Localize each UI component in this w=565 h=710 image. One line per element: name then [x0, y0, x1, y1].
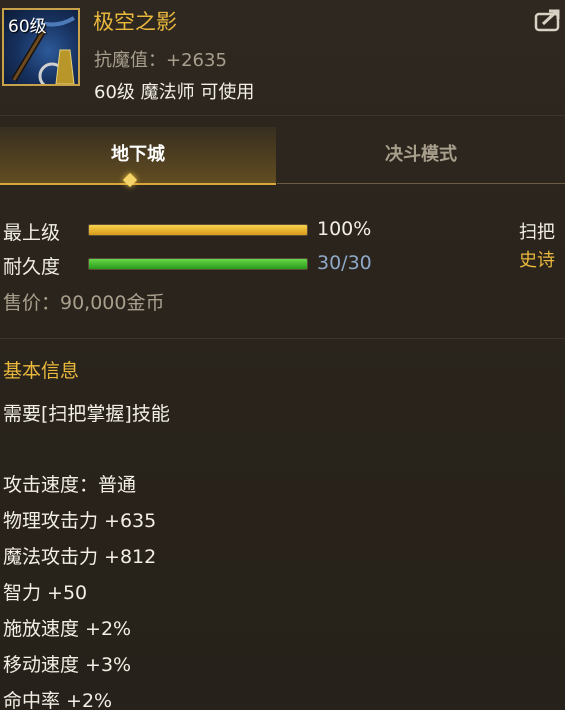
broom-weapon-icon[interactable]: 60级 — [2, 8, 80, 86]
basic-info-title: 基本信息 — [3, 360, 80, 382]
durability-bar — [88, 258, 308, 270]
grade-bar-fill — [89, 225, 307, 235]
item-tooltip: 60级 极空之影 抗魔值：+2635 60级 魔法师 可使用 地下城 决斗模式 … — [0, 0, 565, 710]
tab-dungeon[interactable]: 地下城 — [0, 127, 276, 185]
section-divider — [0, 338, 565, 339]
tab-pvp[interactable]: 决斗模式 — [277, 127, 565, 184]
item-name: 极空之影 — [93, 10, 177, 34]
magic-resist-value: 抗魔值：+2635 — [94, 50, 227, 71]
grade-value: 100% — [317, 218, 372, 240]
attr-line: 攻击速度：普通 — [3, 474, 137, 496]
header-divider — [0, 115, 565, 116]
durability-label: 耐久度 — [3, 256, 61, 278]
attr-line: 移动速度 +3% — [3, 654, 132, 676]
attr-line: 魔法攻击力 +812 — [3, 546, 157, 568]
attr-line: 施放速度 +2% — [3, 618, 132, 640]
durability-bar-fill — [89, 259, 307, 269]
item-category: 扫把 — [519, 222, 555, 243]
attr-line: 智力 +50 — [3, 582, 88, 604]
share-button[interactable] — [534, 8, 562, 34]
item-level-badge: 60级 — [8, 17, 47, 37]
item-rarity: 史诗 — [519, 250, 555, 271]
skill-requirement: 需要[扫把掌握]技能 — [3, 403, 170, 425]
sell-price: 售价：90,000金币 — [3, 292, 165, 314]
share-arrow-icon — [534, 9, 560, 32]
durability-value: 30/30 — [317, 252, 372, 274]
attr-line: 命中率 +2% — [3, 690, 113, 710]
attr-line: 物理攻击力 +635 — [3, 510, 157, 532]
mode-tab-bar: 地下城 决斗模式 — [0, 127, 565, 188]
usage-requirement: 60级 魔法师 可使用 — [94, 82, 255, 103]
grade-label: 最上级 — [3, 222, 61, 244]
grade-bar — [88, 224, 308, 236]
